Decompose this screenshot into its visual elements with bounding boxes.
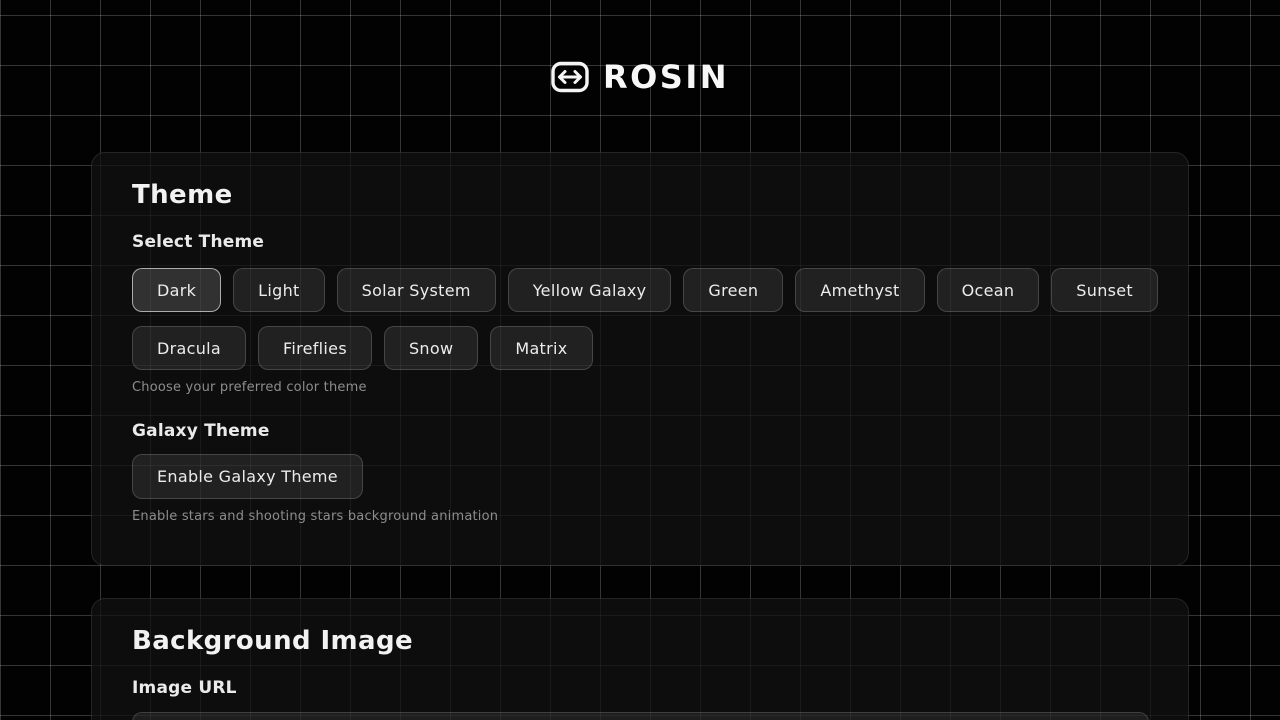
select-theme-helper: Choose your preferred color theme <box>132 380 1148 396</box>
background-image-card: Background Image Image URL <box>91 598 1189 720</box>
background-image-heading: Background Image <box>132 625 1148 657</box>
theme-button-dark[interactable]: Dark <box>132 268 221 312</box>
image-url-input[interactable] <box>132 712 1149 720</box>
theme-settings-card: Theme Select Theme Dark Light Solar Syst… <box>91 152 1189 566</box>
galaxy-theme-helper: Enable stars and shooting stars backgrou… <box>132 509 1148 525</box>
theme-button-snow[interactable]: Snow <box>384 326 478 370</box>
theme-button-ocean[interactable]: Ocean <box>937 268 1040 312</box>
theme-buttons-row-2: Dracula Fireflies Snow Matrix <box>132 326 1148 370</box>
double-headed-arrow-icon <box>551 61 589 93</box>
theme-button-sunset[interactable]: Sunset <box>1051 268 1158 312</box>
enable-galaxy-theme-button[interactable]: Enable Galaxy Theme <box>132 454 363 499</box>
galaxy-theme-label: Galaxy Theme <box>132 420 1148 442</box>
theme-button-yellow-galaxy[interactable]: Yellow Galaxy <box>508 268 672 312</box>
theme-button-light[interactable]: Light <box>233 268 324 312</box>
theme-button-matrix[interactable]: Matrix <box>490 326 592 370</box>
select-theme-label: Select Theme <box>132 231 1148 253</box>
app-header: ROSIN <box>0 58 1280 96</box>
theme-button-green[interactable]: Green <box>683 268 783 312</box>
app-title: ROSIN <box>603 58 729 96</box>
theme-card-heading: Theme <box>132 179 1148 211</box>
image-url-label: Image URL <box>132 677 1148 699</box>
theme-button-dracula[interactable]: Dracula <box>132 326 246 370</box>
theme-button-fireflies[interactable]: Fireflies <box>258 326 372 370</box>
theme-buttons-row-1: Dark Light Solar System Yellow Galaxy Gr… <box>132 268 1148 312</box>
theme-button-amethyst[interactable]: Amethyst <box>795 268 924 312</box>
theme-button-solar-system[interactable]: Solar System <box>337 268 496 312</box>
